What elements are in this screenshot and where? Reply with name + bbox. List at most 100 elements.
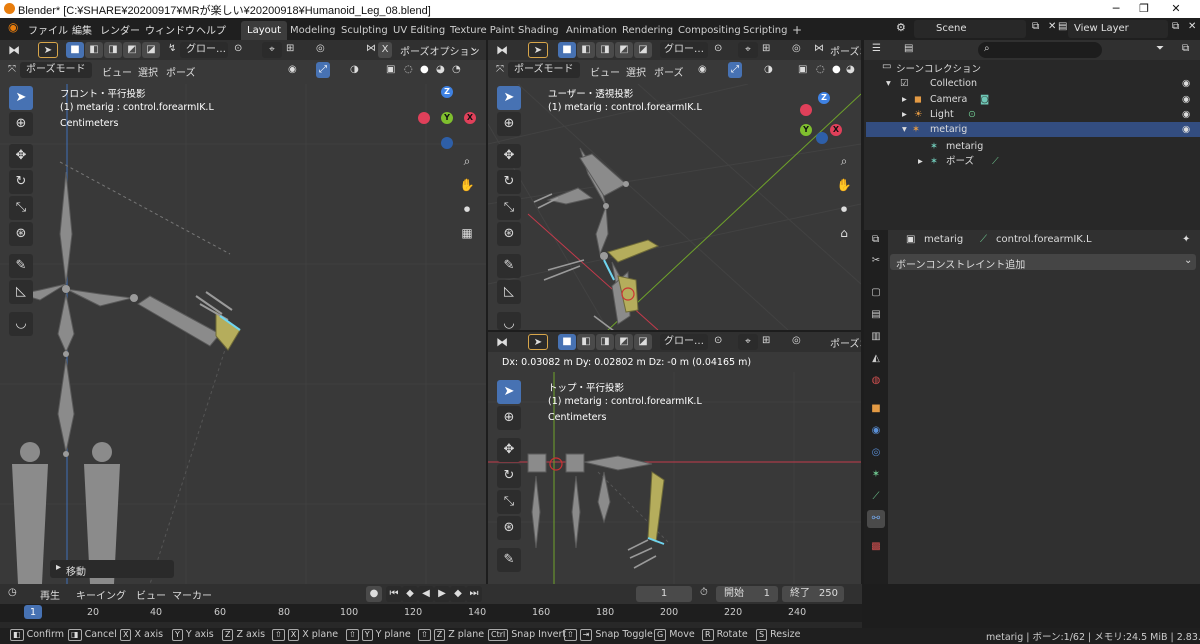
select-mode-subtract-icon[interactable]: ◨: [596, 334, 614, 350]
select-mode-new-icon[interactable]: ■: [558, 42, 576, 58]
overlay-icon[interactable]: ◑: [350, 64, 359, 75]
add-workspace-icon[interactable]: +: [786, 21, 808, 40]
tool-annotate-icon[interactable]: ✎: [497, 548, 521, 572]
tool-select-box-icon[interactable]: ➤: [497, 380, 521, 404]
outliner-row-camera[interactable]: ▸ ◼ Camera ◙ ◉: [866, 92, 1200, 107]
camera-view-icon[interactable]: ⏺: [833, 198, 855, 220]
pivot-point-icon[interactable]: ⊙: [714, 43, 722, 54]
mirror-icon[interactable]: ⋈: [366, 43, 376, 54]
operator-panel[interactable]: ▸ 移動: [50, 560, 174, 578]
start-frame-field[interactable]: 開始 1: [716, 586, 778, 602]
tab-rendering[interactable]: Rendering: [616, 21, 679, 40]
current-frame-field[interactable]: 1: [636, 586, 692, 602]
delete-view-layer-icon[interactable]: ✕: [1188, 21, 1196, 32]
delete-scene-icon[interactable]: ✕: [1048, 21, 1056, 32]
tool-annotate-icon[interactable]: ✎: [9, 254, 33, 278]
mode-dropdown[interactable]: ポーズモード: [20, 62, 92, 78]
select-mode-invert-icon[interactable]: ◩: [123, 42, 141, 58]
gizmo-neg-z-icon[interactable]: [816, 132, 828, 144]
prev-keyframe-icon[interactable]: ◆: [402, 586, 418, 602]
visibility-eye-icon[interactable]: ◉: [1182, 92, 1190, 107]
scene-field[interactable]: Scene: [914, 20, 1026, 38]
tool-tab-icon[interactable]: ✂: [867, 252, 885, 270]
outliner-row-collection[interactable]: ▾ ☑ Collection ◉: [866, 76, 1200, 91]
gizmo-neg-z-icon[interactable]: [441, 137, 453, 149]
pose-options-dropdown[interactable]: ポーズオプション: [400, 43, 480, 58]
menu-playback[interactable]: 再生: [40, 587, 60, 602]
proportional-edit-icon[interactable]: ◎: [316, 43, 325, 54]
jump-end-icon[interactable]: ⏭: [466, 586, 482, 602]
menu-marker[interactable]: マーカー: [172, 587, 212, 602]
tool-transform-icon[interactable]: ⊛: [497, 222, 521, 246]
tool-select-box-icon[interactable]: ➤: [497, 86, 521, 110]
gizmo-x-axis-icon[interactable]: X: [464, 112, 476, 124]
viewport-front[interactable]: ⧓ ➤ ■ ◧ ◨ ◩ ◪ ↯ グロー… ⊙ ⌖ ⊞ ◎ ⋈ X ポーズオプショ…: [0, 40, 486, 584]
maximize-icon[interactable]: ❐: [1136, 1, 1152, 17]
gizmo-y-axis-icon[interactable]: Y: [800, 124, 812, 136]
render-tab-icon[interactable]: ▢: [867, 284, 885, 302]
gizmo-z-axis-icon[interactable]: Z: [818, 92, 830, 104]
select-mode-new-icon[interactable]: ■: [558, 334, 576, 350]
menu-edit[interactable]: 編集: [72, 22, 92, 37]
object-tab-icon[interactable]: ■: [867, 400, 885, 418]
select-tool-icon[interactable]: ➤: [528, 42, 548, 58]
light-data-icon[interactable]: ⊙: [968, 107, 976, 122]
tool-transform-icon[interactable]: ⊛: [9, 222, 33, 246]
tab-shading[interactable]: Shading: [512, 21, 565, 40]
tool-rotate-icon[interactable]: ↻: [497, 170, 521, 194]
editor-type-icon[interactable]: ⧓: [8, 43, 20, 57]
select-mode-subtract-icon[interactable]: ◨: [596, 42, 614, 58]
menu-view[interactable]: ビュー: [102, 64, 132, 79]
camera-view-icon[interactable]: ⏺: [456, 198, 478, 220]
tool-cursor-icon[interactable]: ⊕: [9, 112, 33, 136]
ortho-grid-icon[interactable]: ▦: [456, 222, 478, 244]
tool-scale-icon[interactable]: ⤡: [9, 196, 33, 220]
menu-help[interactable]: ヘルプ: [196, 22, 226, 37]
menu-timeline-view[interactable]: ビュー: [136, 587, 166, 602]
menu-file[interactable]: ファイル: [28, 22, 68, 37]
expand-chevron-icon[interactable]: ▸: [918, 154, 923, 169]
world-tab-icon[interactable]: ◍: [867, 372, 885, 390]
tool-transform-icon[interactable]: ⊛: [497, 516, 521, 540]
view-layer-tab-icon[interactable]: ▥: [867, 328, 885, 346]
shading-wireframe-icon[interactable]: ◌: [816, 64, 825, 75]
blender-menu-icon[interactable]: ◉: [8, 20, 18, 34]
tab-texture-paint[interactable]: Texture Paint: [444, 21, 521, 40]
outliner-row-metarig[interactable]: ▾ ✶ metarig ◉: [866, 122, 1200, 137]
menu-pose[interactable]: ポーズ: [654, 64, 684, 79]
menu-window[interactable]: ウィンドウ: [145, 22, 195, 37]
tab-animation[interactable]: Animation: [560, 21, 623, 40]
gizmo-x-axis-icon[interactable]: X: [830, 124, 842, 136]
end-frame-field[interactable]: 終了 250: [782, 586, 844, 602]
pose-options-dropdown[interactable]: ポーズオ: [830, 335, 861, 350]
perspective-toggle-icon[interactable]: ⌂: [833, 222, 855, 244]
play-reverse-icon[interactable]: ◀: [418, 586, 434, 602]
select-mode-invert-icon[interactable]: ◩: [615, 42, 633, 58]
play-icon[interactable]: ▶: [434, 586, 450, 602]
tool-select-box-icon[interactable]: ➤: [9, 86, 33, 110]
pin-icon[interactable]: ✦: [1182, 234, 1190, 245]
tab-sculpting[interactable]: Sculpting: [335, 21, 394, 40]
menu-select[interactable]: 選択: [626, 64, 646, 79]
camera-data-icon[interactable]: ◙: [980, 92, 989, 107]
mirror-icon[interactable]: ⋈: [814, 43, 824, 54]
select-tool-icon[interactable]: ➤: [38, 42, 58, 58]
tab-compositing[interactable]: Compositing: [672, 21, 747, 40]
output-tab-icon[interactable]: ▤: [867, 306, 885, 324]
xray-icon[interactable]: ▣: [386, 64, 395, 75]
gizmo-z-axis-icon[interactable]: Z: [441, 86, 453, 98]
tool-relax-icon[interactable]: ◡: [497, 312, 521, 330]
expand-chevron-icon[interactable]: ▾: [902, 122, 907, 137]
proportional-edit-icon[interactable]: ◎: [792, 335, 801, 346]
armature-data-tab-icon[interactable]: ✶: [867, 466, 885, 484]
tool-annotate-icon[interactable]: ✎: [497, 254, 521, 278]
new-collection-icon[interactable]: ⧉: [1182, 43, 1189, 54]
shading-rendered-icon[interactable]: ◔: [452, 64, 461, 75]
record-icon[interactable]: ●: [366, 586, 382, 602]
select-mode-intersect-icon[interactable]: ◪: [634, 334, 652, 350]
visibility-eye-icon[interactable]: ◉: [288, 64, 297, 75]
pan-hand-icon[interactable]: ✋: [456, 174, 478, 196]
tool-move-icon[interactable]: ✥: [9, 144, 33, 168]
close-icon[interactable]: ✕: [1168, 1, 1184, 17]
new-view-layer-icon[interactable]: ⧉: [1172, 21, 1179, 32]
